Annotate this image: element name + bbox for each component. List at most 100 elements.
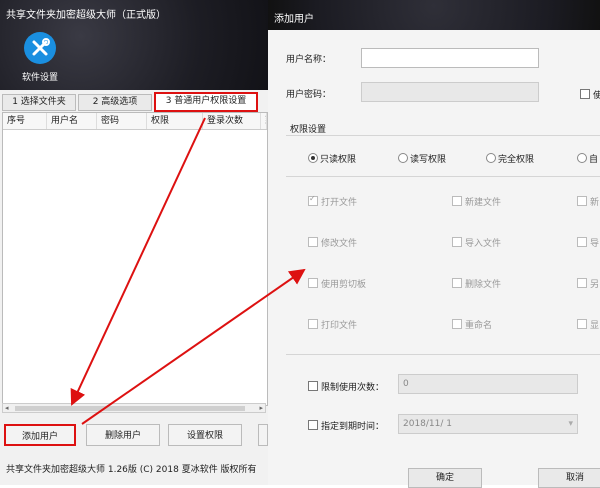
password-input[interactable] [361, 82, 539, 102]
divider [286, 135, 600, 136]
perm-label: 打印文件 [321, 321, 358, 331]
ok-button[interactable]: 确定 [408, 468, 482, 488]
radio-custom[interactable]: 自 [577, 152, 598, 165]
username-input[interactable] [361, 48, 539, 68]
scroll-right-icon[interactable]: ▸ [259, 404, 263, 412]
radio-icon [486, 153, 496, 163]
column-header[interactable]: 用户名 [47, 113, 97, 129]
checkbox-icon [577, 196, 587, 206]
checkbox-icon [308, 278, 318, 288]
checkbox-icon [308, 237, 318, 247]
checkbox-icon [577, 278, 587, 288]
radio-readwrite[interactable]: 读写权限 [398, 152, 446, 165]
checkbox-icon [308, 194, 318, 206]
perm-open-file[interactable]: 打开文件 [308, 194, 358, 208]
horizontal-scrollbar[interactable]: ◂ ▸ [2, 403, 266, 413]
side-checkbox[interactable]: 使 [580, 88, 600, 101]
more-button[interactable] [258, 424, 268, 446]
expire-date-checkbox[interactable]: 指定到期时间： [308, 419, 384, 432]
checkbox-icon [452, 237, 462, 247]
dialog-title: 添加用户 [274, 14, 314, 25]
column-header[interactable]: 密码 [97, 113, 147, 129]
checkbox-icon [577, 237, 587, 247]
add-user-button[interactable]: 添加用户 [4, 424, 76, 446]
column-header[interactable]: 登录次数 [203, 113, 261, 129]
checkbox-icon [452, 196, 462, 206]
checkbox-icon [308, 381, 318, 391]
radio-icon [308, 153, 318, 163]
radio-label: 完全权限 [498, 155, 535, 165]
password-label: 用户密码： [286, 90, 332, 100]
perm-label: 另 [590, 280, 600, 290]
perm-export[interactable]: 导 [577, 236, 599, 249]
status-bar: 共享文件夹加密超级大师 1.26版 (C) 2018 夏冰软件 版权所有 [6, 465, 257, 475]
expire-date-value: 2018/11/ 1 [403, 419, 453, 429]
side-checkbox-label: 使 [593, 91, 600, 101]
tab-user-permissions[interactable]: 3 普通用户权限设置 [154, 92, 258, 112]
perm-label: 修改文件 [321, 239, 358, 249]
scroll-thumb[interactable] [15, 406, 245, 411]
checkbox-icon [308, 420, 318, 430]
divider [286, 354, 600, 355]
radio-label: 读写权限 [410, 155, 447, 165]
checkbox-icon [580, 89, 590, 99]
column-header[interactable]: 序号 [3, 113, 47, 129]
perm-new-folder[interactable]: 新 [577, 195, 599, 208]
perm-label: 导 [590, 239, 600, 249]
perm-label: 导入文件 [465, 239, 502, 249]
main-window: 共享文件夹加密超级大师（正式版） 软件设置 1 选择文件夹 2 高级选项 3 普… [0, 0, 268, 485]
perm-delete-file[interactable]: 删除文件 [452, 277, 501, 290]
radio-label: 自 [589, 155, 599, 165]
set-permission-button[interactable]: 设置权限 [168, 424, 242, 446]
column-header[interactable]: 权限 [147, 113, 203, 129]
limit-count-label: 限制使用次数： [321, 383, 385, 393]
limit-count-input[interactable]: 0 [398, 374, 578, 394]
perm-label: 打开文件 [321, 198, 358, 208]
calendar-dropdown-icon[interactable]: ▾ [568, 415, 573, 433]
radio-icon [398, 153, 408, 163]
perm-label: 新 [590, 198, 600, 208]
scroll-left-icon[interactable]: ◂ [5, 404, 9, 412]
username-label: 用户名称： [286, 55, 332, 65]
settings-button[interactable]: 软件设置 [16, 32, 64, 83]
tab-advanced[interactable]: 2 高级选项 [78, 94, 152, 111]
checkbox-icon [452, 278, 462, 288]
settings-label: 软件设置 [21, 73, 58, 83]
perm-modify-file[interactable]: 修改文件 [308, 236, 357, 249]
perm-label: 删除文件 [465, 280, 502, 290]
checkbox-icon [577, 319, 587, 329]
tab-select-folder[interactable]: 1 选择文件夹 [2, 94, 76, 111]
perm-new-file[interactable]: 新建文件 [452, 195, 501, 208]
delete-user-button[interactable]: 删除用户 [86, 424, 160, 446]
column-header[interactable]: 到 [261, 113, 267, 129]
user-table[interactable]: 序号 用户名 密码 权限 登录次数 到 [2, 112, 268, 406]
perm-label: 重命名 [465, 321, 493, 331]
radio-icon [577, 153, 587, 163]
perm-rename[interactable]: 重命名 [452, 318, 492, 331]
perm-display[interactable]: 显 [577, 318, 599, 331]
cancel-button[interactable]: 取消 [538, 468, 600, 488]
main-header: 共享文件夹加密超级大师（正式版） 软件设置 [0, 0, 268, 90]
dialog-titlebar: 添加用户 [268, 0, 600, 30]
divider [286, 176, 600, 177]
perm-save-as[interactable]: 另 [577, 277, 599, 290]
app-title: 共享文件夹加密超级大师（正式版） [6, 10, 166, 21]
checkbox-icon [452, 319, 462, 329]
perm-print-file[interactable]: 打印文件 [308, 318, 357, 331]
expire-date-picker[interactable]: 2018/11/ 1 ▾ [398, 414, 578, 434]
perm-clipboard[interactable]: 使用剪切板 [308, 277, 366, 290]
tools-icon [24, 32, 56, 64]
limit-count-checkbox[interactable]: 限制使用次数： [308, 380, 384, 393]
perm-label: 使用剪切板 [321, 280, 367, 290]
perm-import-file[interactable]: 导入文件 [452, 236, 501, 249]
tab-bar: 1 选择文件夹 2 高级选项 3 普通用户权限设置 [0, 92, 268, 112]
radio-full[interactable]: 完全权限 [486, 152, 534, 165]
radio-label: 只读权限 [320, 155, 357, 165]
permission-group-label: 权限设置 [290, 125, 327, 135]
perm-label: 新建文件 [465, 198, 502, 208]
radio-readonly[interactable]: 只读权限 [308, 152, 356, 165]
perm-label: 显 [590, 321, 600, 331]
expire-date-label: 指定到期时间： [321, 422, 385, 432]
checkbox-icon [308, 319, 318, 329]
table-header: 序号 用户名 密码 权限 登录次数 到 [3, 113, 267, 130]
